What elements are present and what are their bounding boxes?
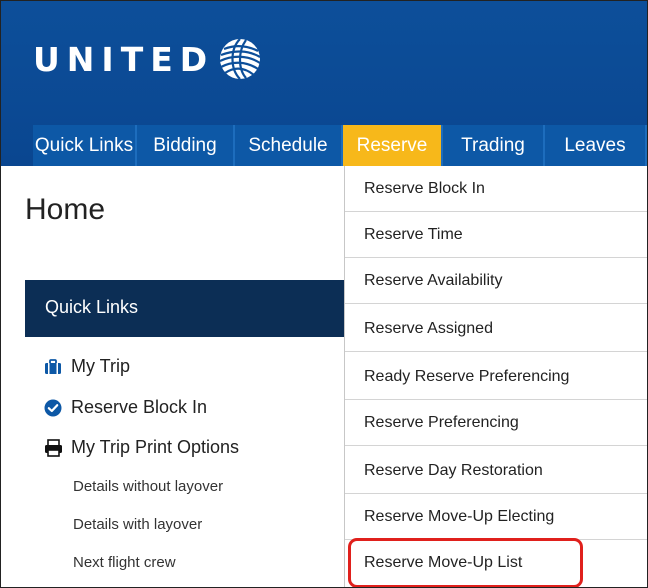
print-option-details-without-layover[interactable]: Details without layover [73,478,223,495]
menu-item-reserve-move-up-list[interactable]: Reserve Move-Up List [345,540,647,586]
print-option-details-with-layover[interactable]: Details with layover [73,516,202,533]
tab-trading[interactable]: Trading [443,125,545,166]
menu-item-reserve-day-restoration[interactable]: Reserve Day Restoration [345,448,647,494]
menu-item-ready-reserve-preferencing[interactable]: Ready Reserve Preferencing [345,354,647,400]
quick-link-label: Reserve Block In [71,397,208,417]
menu-item-reserve-move-up-electing[interactable]: Reserve Move-Up Electing [345,494,647,540]
menu-item-reserve-availability[interactable]: Reserve Availability [345,258,647,304]
main-nav: Quick Links Bidding Schedule Reserve Tra… [33,125,647,166]
check-circle-icon [43,399,63,417]
united-logo[interactable]: UNITED [33,35,264,83]
quick-link-label: My Trip [71,356,131,376]
quick-links-title: Quick Links [45,297,139,317]
quick-link-my-trip-print-options[interactable]: My Trip Print Options [43,437,239,458]
globe-icon [219,38,261,80]
menu-item-reserve-time[interactable]: Reserve Time [345,212,647,258]
app-window: UNITED Quick Links Bidding Schedule Rese… [0,0,648,588]
printer-icon [43,438,63,457]
header: UNITED Quick Links Bidding Schedule Rese… [1,1,647,166]
tab-quick-links[interactable]: Quick Links [33,125,137,166]
menu-item-reserve-block-in[interactable]: Reserve Block In [345,166,647,212]
quick-link-reserve-block-in[interactable]: Reserve Block In [43,397,207,418]
brand-name: UNITED [33,39,215,79]
print-option-next-flight-crew[interactable]: Next flight crew [73,554,176,571]
quick-link-my-trip[interactable]: My Trip [43,356,130,377]
tab-leaves[interactable]: Leaves [545,125,647,166]
quick-link-label: My Trip Print Options [71,437,240,457]
page-title: Home [25,193,106,226]
tab-reserve[interactable]: Reserve [343,125,443,166]
quick-links-panel-header: Quick Links [25,280,345,337]
briefcase-icon [43,358,63,376]
menu-item-reserve-preferencing[interactable]: Reserve Preferencing [345,400,647,446]
menu-item-reserve-assigned[interactable]: Reserve Assigned [345,306,647,352]
reserve-dropdown-menu: Reserve Block In Reserve Time Reserve Av… [344,166,647,587]
tab-bidding[interactable]: Bidding [137,125,235,166]
tab-schedule[interactable]: Schedule [235,125,343,166]
